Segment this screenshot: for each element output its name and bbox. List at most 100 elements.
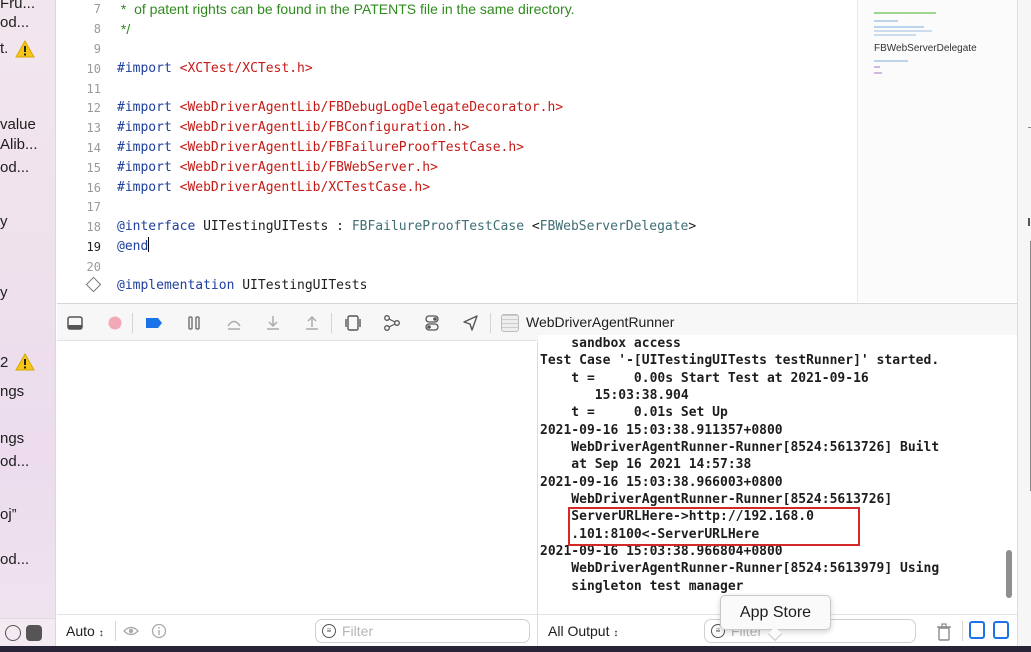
view-hierarchy-icon[interactable] <box>344 314 362 332</box>
import-directive: #import <box>117 120 172 135</box>
colon: : <box>328 219 352 234</box>
navigator-item-label[interactable]: Alib... <box>0 136 38 153</box>
minimap-symbol-label[interactable]: FBWebServerDelegate <box>874 43 977 54</box>
code-line: 14 #import <WebDriverAgentLib/FBFailureP… <box>57 138 857 158</box>
navigator-item-label[interactable]: ngs <box>0 430 24 447</box>
show-variables-view-button[interactable] <box>969 621 985 639</box>
navigator-item-label[interactable]: od... <box>0 159 29 176</box>
code-line: 19 @end <box>57 237 857 257</box>
import-directive: #import <box>117 61 172 76</box>
environment-overrides-icon[interactable] <box>423 314 441 332</box>
popup-chevron-icon: ↕ <box>613 628 619 639</box>
line-number: 18 <box>86 220 101 234</box>
toolbar-separator <box>331 313 332 333</box>
output-label: All Output <box>548 623 610 639</box>
step-over-icon[interactable] <box>225 314 243 332</box>
activate-breakpoints-icon[interactable] <box>145 314 163 332</box>
console-line: t = 0.01s Set Up <box>540 405 728 420</box>
inspector-panel <box>1017 0 1031 646</box>
line-number: 16 <box>86 181 101 195</box>
memory-graph-icon[interactable] <box>383 314 401 332</box>
source-editor[interactable]: 7 * of patent rights can be found in the… <box>57 0 857 302</box>
console-scrollbar[interactable] <box>1006 550 1012 598</box>
line-number: 20 <box>86 260 101 274</box>
code-text: */ <box>117 21 131 37</box>
navigator-item-label[interactable]: y <box>0 213 8 230</box>
dock-tooltip: App Store <box>720 595 831 642</box>
line-number: 19 <box>86 240 101 254</box>
navigator-item-label[interactable]: od... <box>0 14 29 31</box>
navigator-item-label[interactable]: t. <box>0 40 8 57</box>
filter-placeholder: Filter <box>342 623 374 639</box>
navigator-item-label[interactable]: value <box>0 116 36 133</box>
debug-target-label[interactable]: WebDriverAgentRunner <box>526 314 674 330</box>
line-number: 9 <box>93 42 101 56</box>
code-line: 11 <box>57 79 857 99</box>
tooltip-label: App Store <box>739 604 812 621</box>
variables-view[interactable] <box>57 342 537 614</box>
step-into-icon[interactable] <box>264 314 282 332</box>
import-path: <WebDriverAgentLib/FBConfiguration.h> <box>179 120 470 135</box>
info-icon[interactable] <box>151 623 167 639</box>
superclass-name: FBFailureProofTestCase <box>351 219 525 234</box>
import-path: <WebDriverAgentLib/XCTestCase.h> <box>179 180 431 195</box>
step-out-icon[interactable] <box>303 314 321 332</box>
code-line: 20 <box>57 257 857 277</box>
scope-label: Auto <box>66 623 95 639</box>
recent-files-icon[interactable] <box>5 625 21 641</box>
navigator-item-label[interactable]: ngs <box>0 383 24 400</box>
scm-filter-icon[interactable] <box>26 625 42 641</box>
target-app-icon <box>501 314 519 332</box>
simulate-location-icon[interactable] <box>462 314 480 332</box>
warning-icon <box>15 40 35 58</box>
code-text: * of patent rights can be found in the P… <box>117 1 575 17</box>
navigator-item-label[interactable]: y <box>0 284 8 301</box>
navigator-item-label[interactable]: 2 <box>0 354 8 371</box>
code-line: 13 #import <WebDriverAgentLib/FBConfigur… <box>57 118 857 138</box>
import-path: <XCTest/XCTest.h> <box>179 61 313 76</box>
line-number: 17 <box>86 200 101 214</box>
console-line: 15:03:38.904 <box>540 388 689 403</box>
line-number: 10 <box>86 62 101 76</box>
console-line: at Sep 16 2021 14:57:38 <box>540 457 752 472</box>
implementation-keyword: @implementation <box>117 278 235 293</box>
dock-edge <box>0 646 1031 652</box>
line-number: 15 <box>86 161 101 175</box>
minimap-line <box>874 60 908 62</box>
protocol-open: < <box>524 219 540 234</box>
hide-debug-area-icon[interactable] <box>66 314 84 332</box>
inspector-mark <box>1028 218 1030 226</box>
eye-icon[interactable] <box>123 623 139 639</box>
console-line: 2021-09-16 15:03:38.911357+0800 <box>540 423 783 438</box>
variables-filter-field[interactable]: ≡ Filter <box>315 619 530 643</box>
popup-chevron-icon: ↕ <box>98 628 104 639</box>
scope-popup[interactable]: Auto ↕ <box>66 623 104 639</box>
navigator-item-label[interactable]: Fru... <box>0 0 35 12</box>
minimap[interactable]: FBWebServerDelegate <box>857 0 1017 302</box>
code-line: 8 */ <box>57 19 857 39</box>
navigator-item-label[interactable]: od... <box>0 551 29 568</box>
line-number: 12 <box>86 101 101 115</box>
navigator-item-label[interactable]: oj” <box>0 506 17 523</box>
pause-icon[interactable] <box>185 314 203 332</box>
console-output[interactable]: sandbox access Test Case '-[UITestingUIT… <box>538 335 1017 614</box>
breakpoint-toggle-icon[interactable] <box>106 314 124 332</box>
minimap-line <box>874 20 898 22</box>
minimap-line <box>874 66 880 68</box>
code-line: 9 <box>57 39 857 59</box>
console-line: sandbox access <box>540 336 681 351</box>
interface-keyword: @interface <box>117 219 196 234</box>
console-line: WebDriverAgentRunner-Runner[8524:5613726… <box>540 492 893 507</box>
code-line: @implementation UITestingUITests <box>57 276 857 296</box>
output-popup[interactable]: All Output ↕ <box>548 623 618 639</box>
minimap-line <box>874 12 936 14</box>
line-number: 14 <box>86 141 101 155</box>
navigator-item-label[interactable]: od... <box>0 453 29 470</box>
minimap-line <box>874 26 924 28</box>
code-line: 15 #import <WebDriverAgentLib/FBWebServe… <box>57 158 857 178</box>
code-line: 10 #import <XCTest/XCTest.h> <box>57 59 857 79</box>
protocol-name: FBWebServerDelegate <box>539 219 689 234</box>
import-directive: #import <box>117 160 172 175</box>
show-console-button[interactable] <box>993 621 1009 639</box>
trash-icon[interactable] <box>936 623 952 641</box>
